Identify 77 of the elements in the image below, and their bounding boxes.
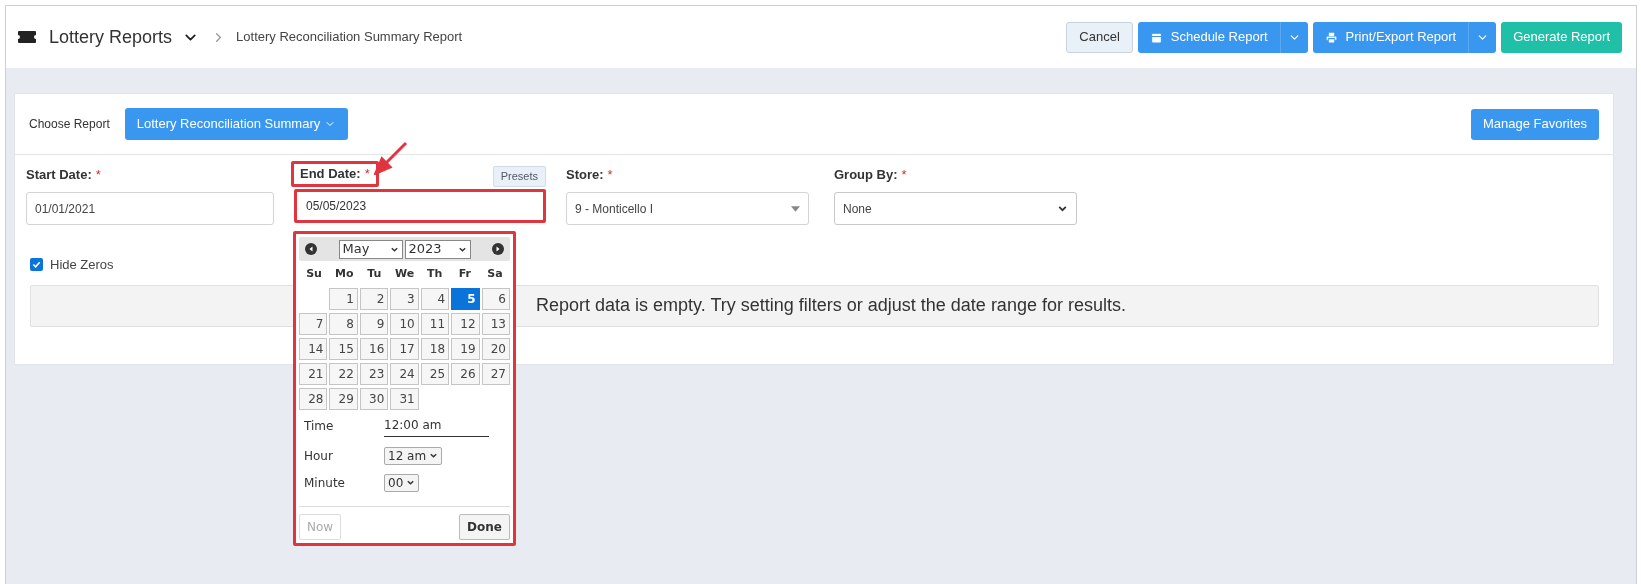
day-cell[interactable]: 3	[390, 287, 419, 310]
day-cell[interactable]: 6	[481, 287, 510, 310]
page-title: Lottery Reports	[49, 25, 173, 49]
presets-button[interactable]: Presets	[492, 166, 546, 187]
end-date-field[interactable]: 05/05/2023	[294, 189, 546, 223]
day-cell[interactable]: 18	[420, 337, 450, 360]
field-label: Store:	[566, 166, 604, 185]
time-label: Time	[304, 418, 335, 435]
weekday-label: Tu	[366, 266, 383, 282]
day-cell[interactable]: 21	[299, 362, 328, 385]
caret-icon	[406, 478, 416, 487]
dropdown-toggle[interactable]	[1468, 21, 1497, 53]
required-mark: *	[607, 166, 613, 185]
required-mark: *	[95, 166, 101, 185]
done-button[interactable]: Done	[459, 513, 510, 540]
hide-zeros-checkbox[interactable]	[30, 258, 43, 272]
year-select[interactable]: 2023	[404, 239, 471, 259]
hour-label: Hour	[304, 447, 334, 465]
dropdown-toggle[interactable]	[1279, 21, 1308, 53]
breadcrumb[interactable]: Lottery Reconciliation Summary Report	[236, 27, 463, 47]
day-cell[interactable]: 29	[329, 387, 358, 410]
next-month-icon[interactable]	[492, 243, 504, 255]
day-cell[interactable]: 28	[299, 387, 328, 410]
day-cell[interactable]: 22	[329, 362, 358, 385]
day-cell[interactable]: 31	[390, 387, 419, 410]
choose-report-label: Choose Report	[29, 116, 110, 133]
day-cell[interactable]: 19	[451, 337, 480, 360]
day-cell[interactable]: 13	[481, 312, 510, 335]
minute-label: Minute	[304, 474, 346, 492]
dropdown-triangle-icon	[791, 205, 800, 212]
day-cell[interactable]: 24	[390, 362, 419, 385]
cancel-button[interactable]: Cancel	[1066, 21, 1133, 53]
minute-select[interactable]: 00	[384, 473, 420, 492]
required-mark: *	[364, 165, 370, 184]
day-cell[interactable]: 2	[359, 287, 389, 310]
required-mark: *	[901, 166, 907, 185]
day-cell[interactable]: 17	[390, 337, 419, 360]
day-cell[interactable]: 27	[481, 362, 510, 385]
caret-icon	[429, 451, 439, 460]
day-cell[interactable]: 23	[359, 362, 389, 385]
day-cell[interactable]: 25	[420, 362, 450, 385]
weekday-label: Mo	[333, 266, 355, 282]
day-cell[interactable]: 26	[451, 362, 480, 385]
field-label: Start Date:	[26, 166, 92, 185]
day-cell[interactable]: 30	[359, 387, 389, 410]
day-cell[interactable]: 20	[481, 337, 510, 360]
day-cell[interactable]: 1	[329, 287, 358, 310]
day-cell[interactable]: 10	[390, 312, 419, 335]
day-cell[interactable]: 8	[329, 312, 358, 335]
weekday-label: Th	[425, 266, 444, 282]
hour-select[interactable]: 12 am	[384, 446, 443, 465]
previous-month-icon[interactable]	[305, 243, 317, 255]
time-value: 12:00 am	[384, 415, 489, 437]
day-cell[interactable]: 11	[420, 312, 450, 335]
hide-zeros-label: Hide Zeros	[50, 256, 114, 274]
ticket-icon	[18, 31, 36, 43]
day-cell[interactable]: 4	[420, 287, 450, 310]
day-cell[interactable]: 5	[451, 287, 480, 310]
day-cell[interactable]: 14	[299, 337, 328, 360]
field-label: End Date:	[300, 165, 361, 184]
day-cell[interactable]: 9	[359, 312, 389, 335]
field-label: Group By:	[834, 166, 898, 185]
empty-message: Report data is empty. Try setting filters or adjust the date range for results.	[536, 294, 1126, 317]
group-by-select[interactable]: None	[834, 192, 1077, 225]
weekday-label: We	[393, 266, 416, 282]
weekday-label: Su	[305, 266, 323, 282]
start-date-field[interactable]: 01/01/2021	[26, 192, 274, 225]
weekday-label: Fr	[457, 266, 472, 282]
printer-icon	[1324, 30, 1338, 44]
day-cell[interactable]: 12	[451, 312, 480, 335]
store-select[interactable]: 9 - Monticello I	[566, 192, 809, 225]
day-cell[interactable]: 15	[329, 337, 358, 360]
calendar-icon	[1149, 30, 1163, 44]
day-cell[interactable]: 7	[299, 312, 328, 335]
day-cell[interactable]: 16	[359, 337, 389, 360]
weekday-label: Sa	[486, 266, 504, 282]
month-select[interactable]: May	[338, 239, 403, 259]
